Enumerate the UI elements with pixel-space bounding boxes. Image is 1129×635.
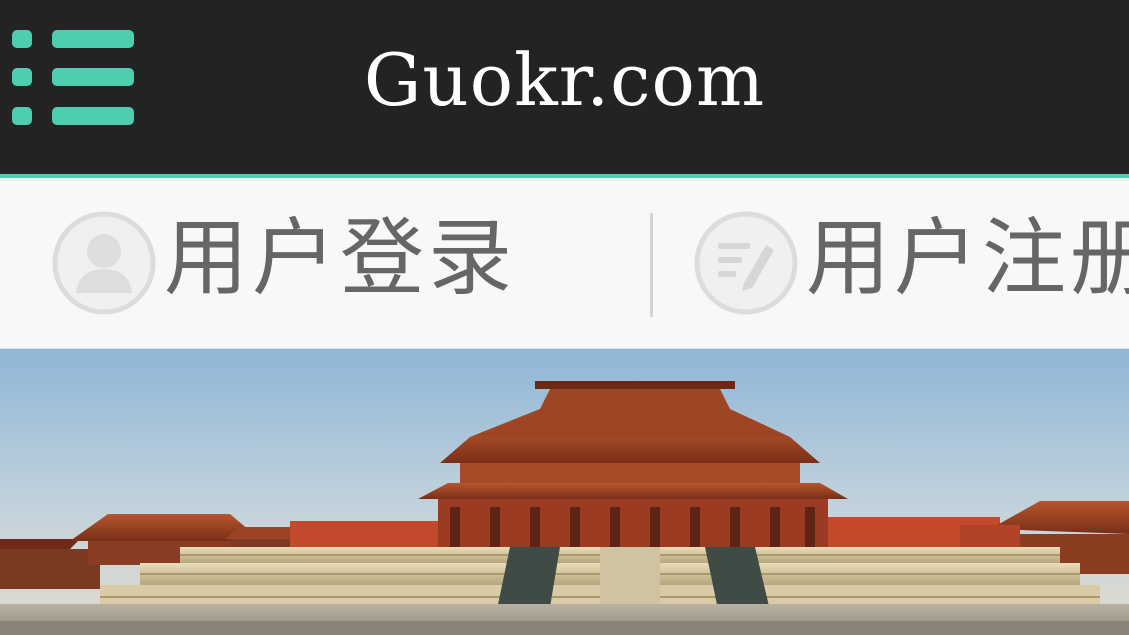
- forbidden-city-photo: [0, 349, 1129, 635]
- divider: [650, 213, 653, 317]
- auth-bar: 用户登录 用户注册: [0, 181, 1129, 349]
- register-label: 用户注册: [806, 209, 1129, 307]
- site-title[interactable]: Guokr.com: [95, 0, 1129, 174]
- user-avatar-icon: [52, 211, 156, 315]
- register-link[interactable]: 用户注册: [694, 181, 1129, 348]
- login-label: 用户登录: [164, 209, 517, 307]
- top-bar: Guokr.com: [0, 0, 1129, 174]
- banner-image[interactable]: [0, 349, 1129, 635]
- edit-form-icon: [694, 211, 798, 315]
- login-link[interactable]: 用户登录: [52, 181, 612, 348]
